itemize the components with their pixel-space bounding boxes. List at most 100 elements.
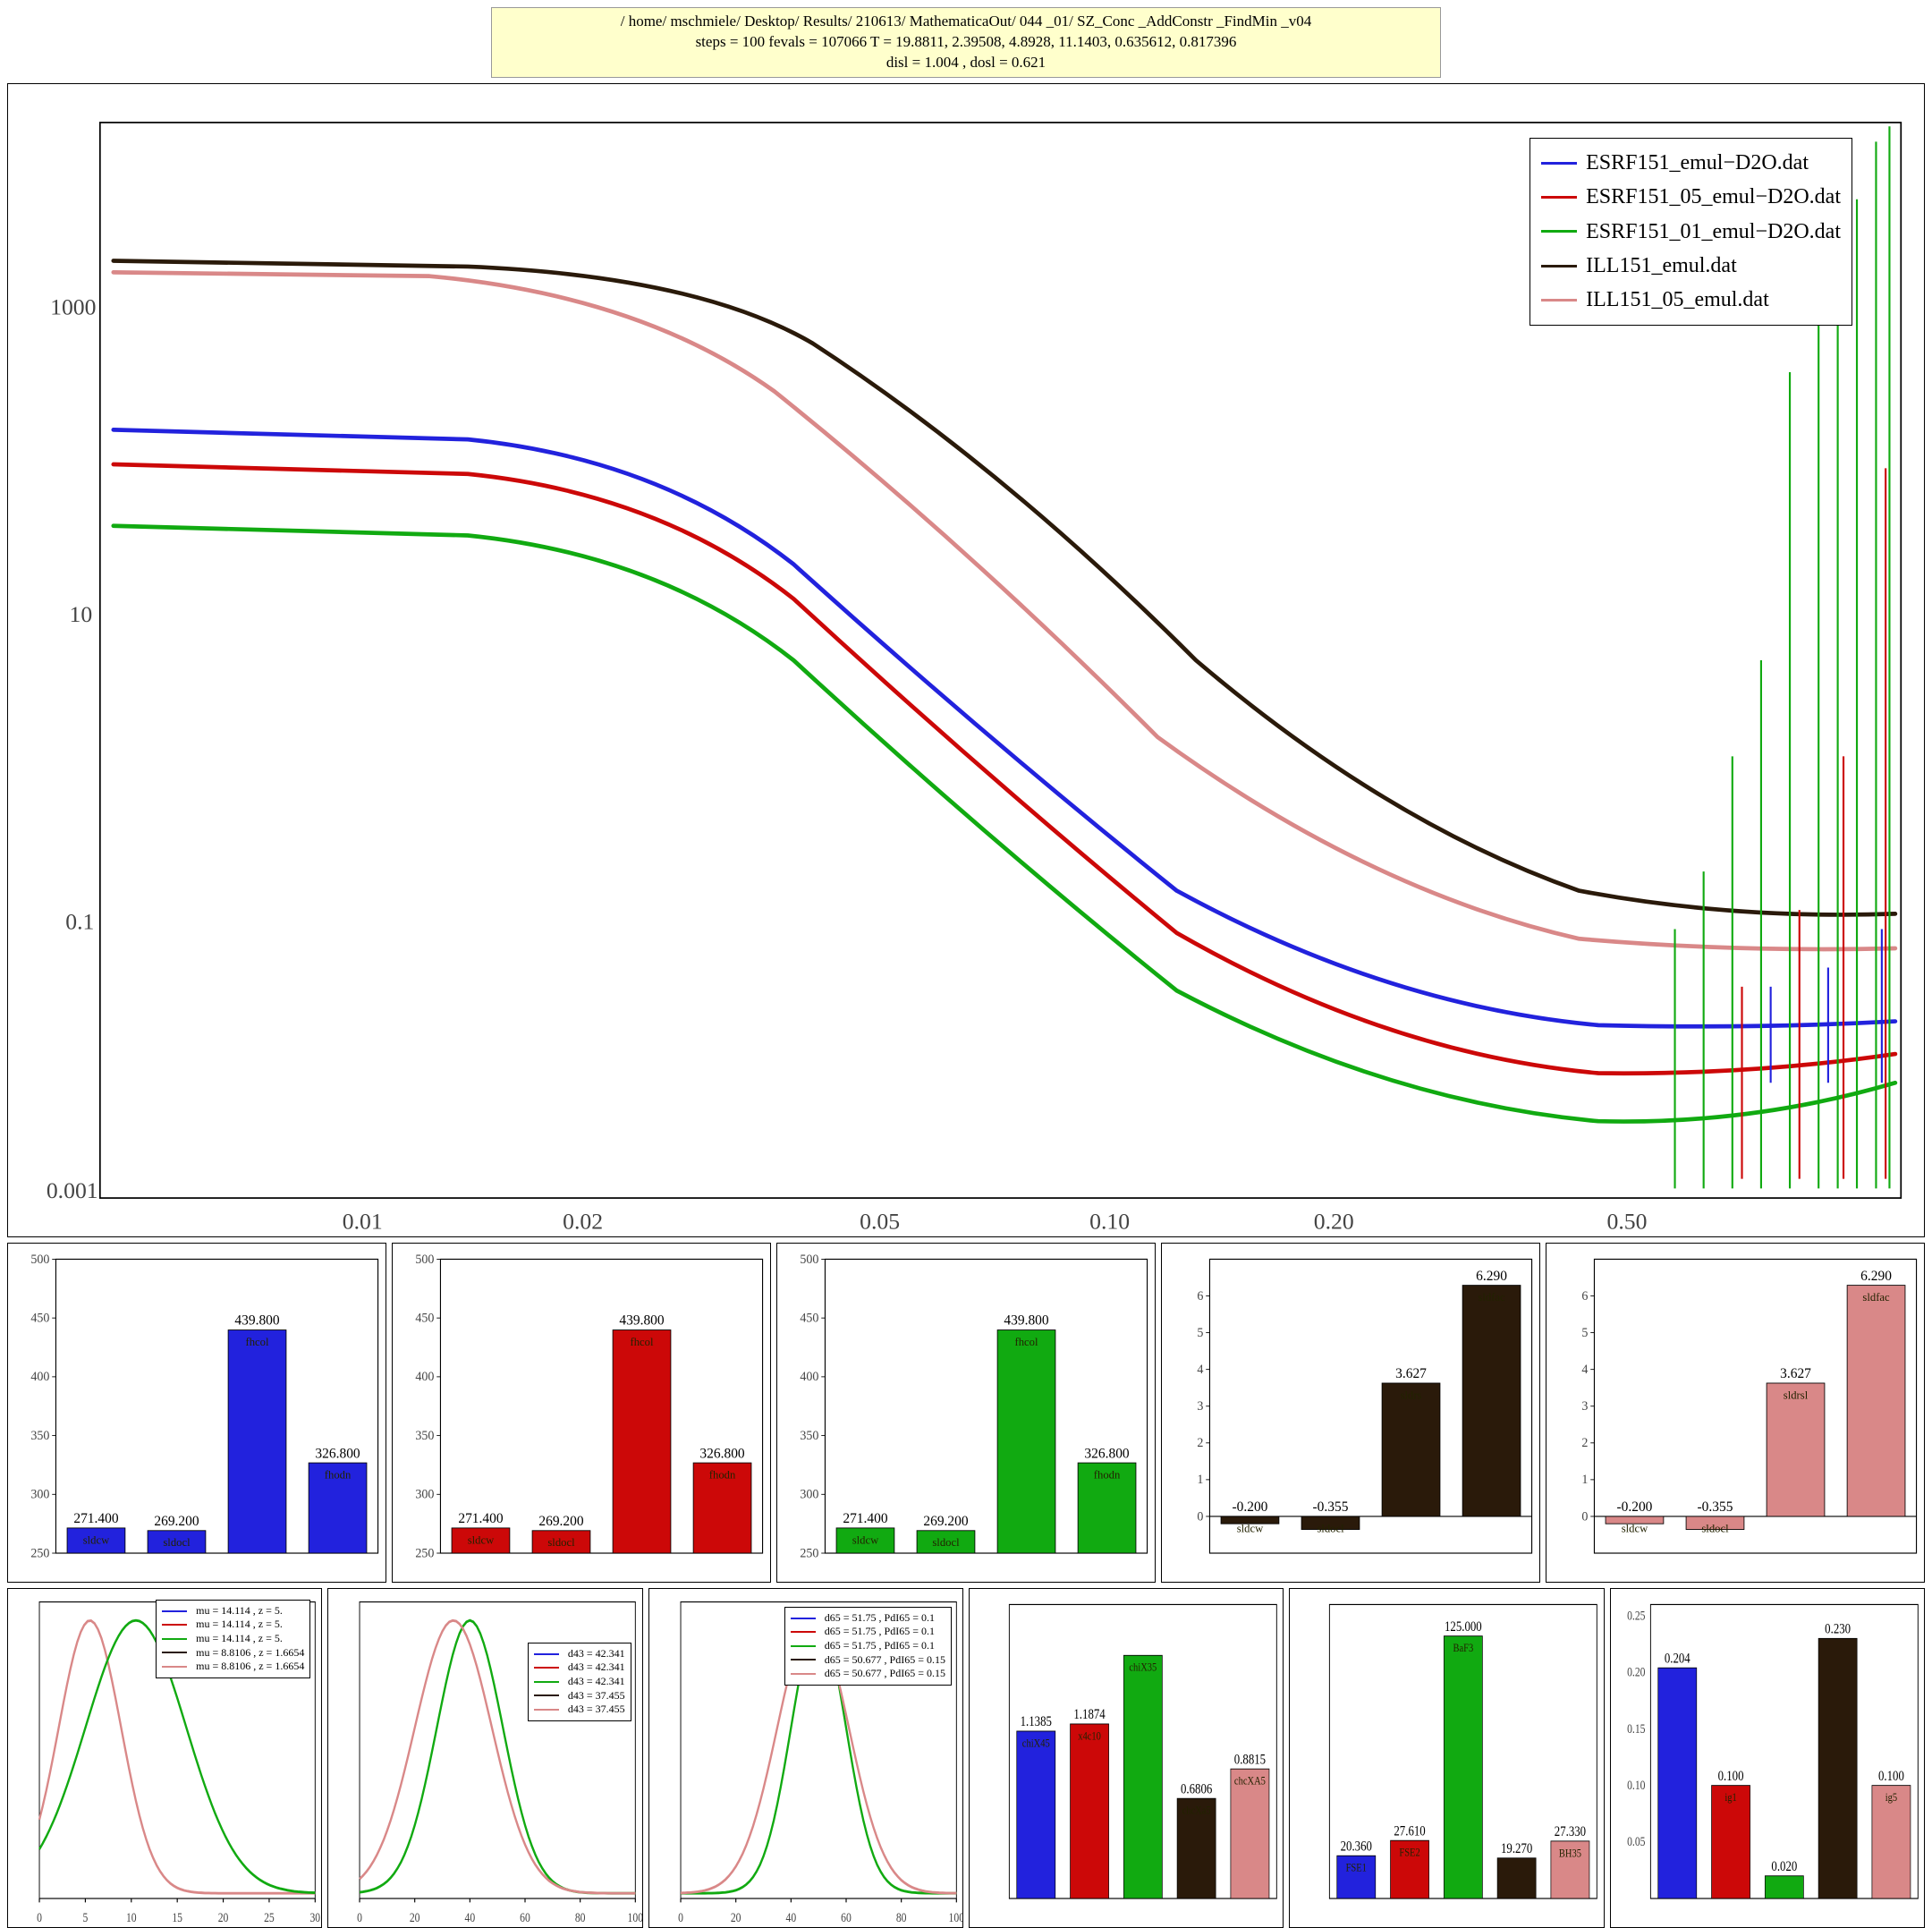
svg-text:10: 10 [70, 601, 93, 627]
svg-text:sldcw: sldcw [1237, 1522, 1264, 1534]
svg-text:0.204: 0.204 [1664, 1651, 1690, 1667]
leg-ill151-05: ILL151_05_emul.dat [1586, 283, 1769, 317]
svg-text:100: 100 [628, 1910, 642, 1925]
svg-text:300: 300 [415, 1487, 434, 1501]
svg-text:0.100: 0.100 [1717, 1768, 1743, 1784]
svg-text:BaF3: BaF3 [1453, 1641, 1474, 1654]
svg-text:19.270: 19.270 [1501, 1841, 1532, 1857]
svg-text:sldcw: sldcw [1622, 1522, 1648, 1534]
dist1-legend: mu = 14.114 , z = 5.mu = 14.114 , z = 5.… [156, 1600, 310, 1678]
svg-text:1: 1 [1581, 1473, 1588, 1487]
svg-text:300: 300 [800, 1487, 818, 1501]
svg-text:20: 20 [410, 1910, 420, 1925]
svg-text:-0.200: -0.200 [1616, 1499, 1652, 1515]
svg-text:0: 0 [37, 1910, 42, 1925]
svg-text:269.200: 269.200 [923, 1514, 968, 1529]
svg-text:3: 3 [1581, 1399, 1588, 1414]
svg-text:sldocl: sldocl [1317, 1522, 1344, 1534]
svg-text:ig5: ig5 [1885, 1790, 1896, 1804]
svg-text:0.100: 0.100 [1878, 1768, 1904, 1784]
svg-text:269.200: 269.200 [538, 1514, 583, 1529]
leg-esrf151-05: ESRF151_05_emul−D2O.dat [1586, 180, 1841, 214]
svg-text:1.1874: 1.1874 [1073, 1707, 1106, 1723]
svg-text:350: 350 [30, 1429, 49, 1443]
svg-text:60: 60 [841, 1910, 852, 1925]
svg-text:1.1385: 1.1385 [1021, 1714, 1052, 1730]
svg-text:0.25: 0.25 [1627, 1608, 1646, 1623]
svg-text:439.800: 439.800 [1004, 1312, 1048, 1328]
svg-text:439.800: 439.800 [234, 1312, 279, 1328]
bar-chart-1: 250300350400450500271.400sldcw269.200sld… [7, 1243, 386, 1583]
svg-text:FSE2: FSE2 [1400, 1845, 1420, 1858]
svg-text:439.800: 439.800 [619, 1312, 664, 1328]
svg-text:6: 6 [1581, 1288, 1588, 1303]
svg-text:450: 450 [415, 1311, 434, 1325]
svg-text:BH35: BH35 [1559, 1846, 1581, 1859]
leg-ill151: ILL151_emul.dat [1586, 249, 1737, 283]
svg-text:27.330: 27.330 [1555, 1824, 1586, 1840]
svg-text:FSE1: FSE1 [1346, 1860, 1367, 1873]
svg-text:350: 350 [800, 1429, 818, 1443]
svg-text:326.800: 326.800 [315, 1446, 360, 1461]
svg-text:ig1: ig1 [1724, 1790, 1736, 1804]
svg-text:0: 0 [1197, 1509, 1203, 1524]
svg-text:250: 250 [415, 1546, 434, 1560]
svg-text:27.610: 27.610 [1394, 1823, 1426, 1839]
svg-text:sldocl: sldocl [932, 1536, 960, 1549]
dist-chart-1: 051015202530 mu = 14.114 , z = 5.mu = 14… [7, 1588, 322, 1928]
svg-text:0: 0 [357, 1910, 362, 1925]
svg-text:x4c10: x4c10 [1078, 1728, 1101, 1742]
svg-text:10: 10 [126, 1910, 137, 1925]
svg-text:269.200: 269.200 [154, 1514, 199, 1529]
svg-text:0.6806: 0.6806 [1181, 1781, 1212, 1797]
row2: 051015202530 mu = 14.114 , z = 5.mu = 14… [7, 1588, 1925, 1928]
svg-text:271.400: 271.400 [843, 1511, 887, 1526]
svg-text:sldocl: sldocl [163, 1536, 191, 1549]
svg-text:sldrs: sldrs [1401, 1389, 1422, 1401]
svg-text:4: 4 [1197, 1363, 1203, 1377]
svg-text:25: 25 [264, 1910, 275, 1925]
svg-text:6: 6 [1197, 1288, 1203, 1303]
svg-text:0: 0 [1581, 1509, 1588, 1524]
svg-text:0.20: 0.20 [1314, 1208, 1354, 1234]
svg-text:6.290: 6.290 [1860, 1268, 1892, 1283]
svg-text:chiX35: chiX35 [1129, 1660, 1157, 1673]
svg-text:sldfac: sldfac [1478, 1291, 1504, 1304]
svg-text:sldcw: sldcw [83, 1533, 110, 1546]
svg-text:0.15: 0.15 [1627, 1720, 1646, 1736]
svg-text:2: 2 [1197, 1436, 1203, 1450]
svg-text:40: 40 [465, 1910, 476, 1925]
svg-text:0: 0 [678, 1910, 683, 1925]
svg-text:300: 300 [30, 1487, 49, 1501]
svg-text:0.10: 0.10 [1627, 1778, 1646, 1793]
svg-text:0.01: 0.01 [343, 1208, 383, 1234]
svg-text:1: 1 [1197, 1473, 1203, 1487]
svg-text:-0.200: -0.200 [1232, 1499, 1267, 1515]
svg-text:-0.355: -0.355 [1698, 1499, 1733, 1515]
leg-esrf151-01: ESRF151_01_emul−D2O.dat [1586, 215, 1841, 249]
svg-text:fhcol: fhcol [246, 1336, 269, 1348]
svg-text:0.230: 0.230 [1825, 1621, 1851, 1637]
svg-text:80: 80 [575, 1910, 586, 1925]
dist2-legend: d43 = 42.341d43 = 42.341d43 = 42.341d43 … [528, 1643, 631, 1721]
svg-text:20: 20 [218, 1910, 229, 1925]
svg-text:0.10: 0.10 [1089, 1208, 1130, 1234]
svg-text:30: 30 [309, 1910, 320, 1925]
svg-text:fhcol: fhcol [631, 1336, 654, 1348]
svg-text:fhodn: fhodn [325, 1468, 352, 1481]
svg-text:0.05: 0.05 [1627, 1834, 1646, 1849]
row1-bars: 250300350400450500271.400sldcw269.200sld… [7, 1243, 1925, 1583]
mbar-chart-3: 0.050.100.150.200.250.2040.100ig10.0200.… [1610, 1588, 1925, 1928]
svg-text:400: 400 [800, 1370, 818, 1384]
leg-esrf151: ESRF151_emul−D2O.dat [1586, 146, 1809, 180]
svg-text:-0.355: -0.355 [1313, 1499, 1349, 1515]
svg-text:0.05: 0.05 [860, 1208, 900, 1234]
svg-text:sldfac: sldfac [1862, 1291, 1889, 1304]
svg-text:20.360: 20.360 [1341, 1839, 1372, 1855]
svg-text:500: 500 [415, 1252, 434, 1266]
svg-text:3: 3 [1197, 1399, 1203, 1414]
svg-text:sldrsl: sldrsl [1784, 1389, 1809, 1401]
svg-text:350: 350 [415, 1429, 434, 1443]
svg-text:fhodn: fhodn [709, 1468, 736, 1481]
svg-text:3.627: 3.627 [1780, 1366, 1811, 1381]
